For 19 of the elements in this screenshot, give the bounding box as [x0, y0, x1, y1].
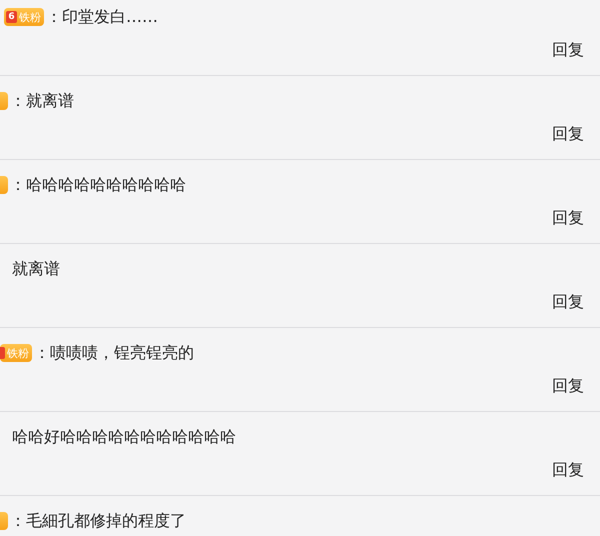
fan-badge [0, 176, 8, 194]
fan-badge [0, 92, 8, 110]
reply-link[interactable]: 回复 [552, 460, 584, 481]
comment-text: ：啧啧啧，锃亮锃亮的 [34, 342, 194, 364]
reply-link[interactable]: 回复 [552, 376, 584, 397]
reply-link[interactable]: 回复 [552, 124, 584, 145]
comment-text: 就离谱 [12, 258, 60, 280]
comment-text: 哈哈好哈哈哈哈哈哈哈哈哈哈哈 [12, 426, 236, 448]
reply-link[interactable]: 回复 [552, 40, 584, 61]
level-icon: 6 [6, 11, 17, 23]
fan-badge: 6 铁粉 [4, 8, 44, 26]
comment-text: ：毛細孔都修掉的程度了 [10, 510, 186, 532]
comment-text: ：哈哈哈哈哈哈哈哈哈哈 [10, 174, 186, 196]
fan-badge [0, 512, 8, 530]
comment-text: ：印堂发白…… [46, 6, 158, 28]
reply-link[interactable]: 回复 [552, 208, 584, 229]
fan-badge: 铁粉 [0, 344, 32, 362]
comment-text: ：就离谱 [10, 90, 74, 112]
reply-link[interactable]: 回复 [552, 292, 584, 313]
